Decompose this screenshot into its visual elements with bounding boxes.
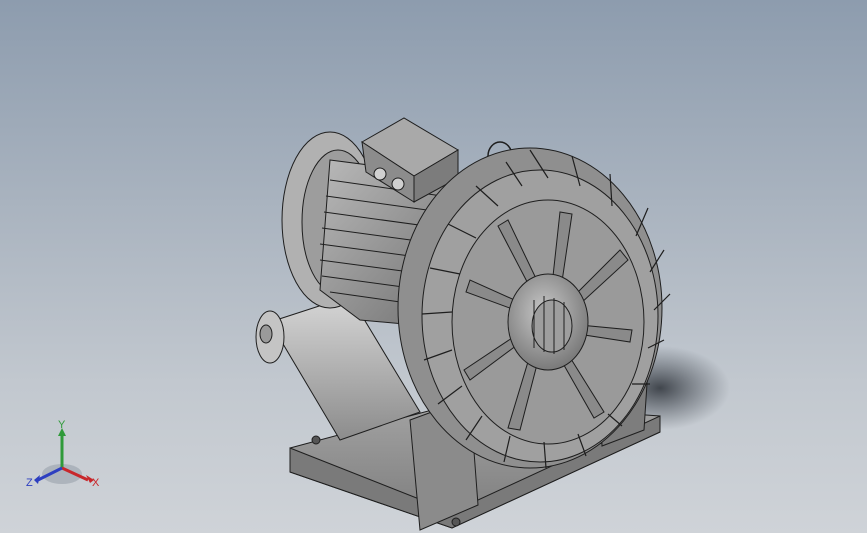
view-triad: Y X Z: [26, 419, 100, 489]
z-axis-label: Z: [26, 477, 33, 489]
y-axis-label: Y: [58, 419, 66, 431]
impeller-hub: [507, 273, 589, 371]
graphics-viewport[interactable]: Y X Z: [0, 0, 867, 533]
ring-blower-model[interactable]: [0, 0, 867, 533]
x-axis-label: X: [92, 477, 100, 489]
